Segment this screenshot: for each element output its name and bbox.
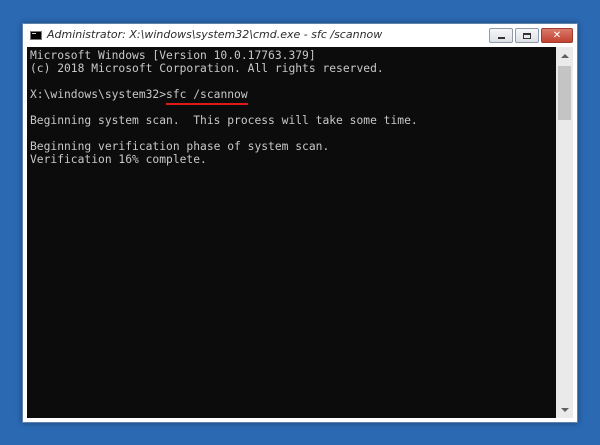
maximize-icon bbox=[523, 32, 531, 39]
console-line: Microsoft Windows [Version 10.0.17763.37… bbox=[30, 49, 316, 62]
scroll-up-button[interactable] bbox=[556, 47, 573, 64]
close-icon: ✕ bbox=[552, 29, 562, 41]
maximize-button[interactable] bbox=[515, 28, 539, 43]
minimize-icon bbox=[497, 37, 505, 39]
command-line: X:\windows\system32>sfc /scannow bbox=[30, 88, 418, 101]
entered-command: sfc /scannow bbox=[166, 88, 248, 101]
vertical-scrollbar[interactable] bbox=[556, 47, 573, 418]
cmd-icon bbox=[30, 31, 42, 40]
console-line: Beginning verification phase of system s… bbox=[30, 140, 330, 153]
close-button[interactable]: ✕ bbox=[541, 28, 573, 43]
console-output[interactable]: Microsoft Windows [Version 10.0.17763.37… bbox=[27, 47, 556, 418]
cmd-window: Administrator: X:\windows\system32\cmd.e… bbox=[22, 23, 578, 423]
scroll-down-button[interactable] bbox=[556, 401, 573, 418]
minimize-button[interactable] bbox=[489, 28, 513, 43]
scroll-thumb[interactable] bbox=[558, 66, 571, 120]
console-line: (c) 2018 Microsoft Corporation. All righ… bbox=[30, 62, 384, 75]
console-line: Verification 16% complete. bbox=[30, 153, 207, 166]
title-bar[interactable]: Administrator: X:\windows\system32\cmd.e… bbox=[23, 24, 577, 46]
console-lines: Microsoft Windows [Version 10.0.17763.37… bbox=[30, 49, 418, 166]
caption-buttons: ✕ bbox=[487, 28, 573, 44]
window-title: Administrator: X:\windows\system32\cmd.e… bbox=[47, 28, 383, 41]
chevron-up-icon bbox=[560, 53, 569, 58]
console-prompt: X:\windows\system32> bbox=[30, 88, 167, 101]
console-line: Beginning system scan. This process will… bbox=[30, 114, 418, 127]
chevron-down-icon bbox=[560, 407, 569, 412]
desktop: Administrator: X:\windows\system32\cmd.e… bbox=[0, 0, 600, 445]
